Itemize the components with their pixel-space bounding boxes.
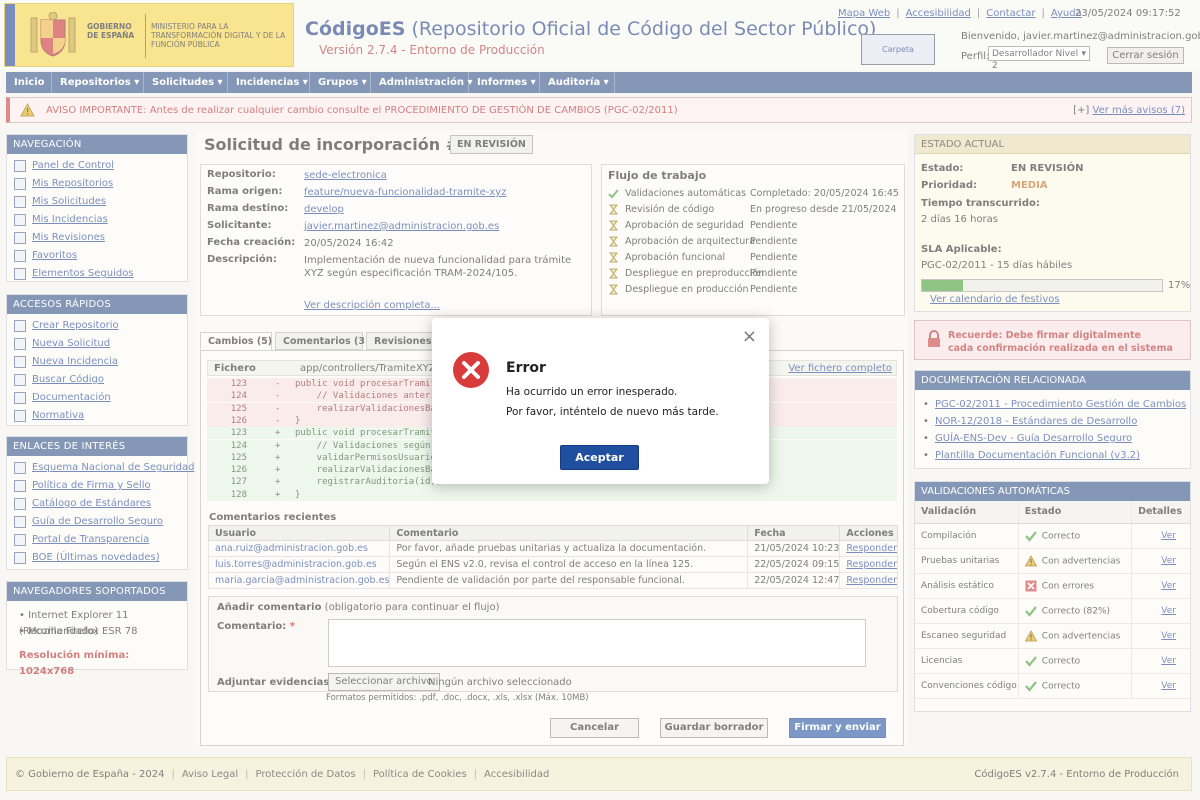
dialog-title: Error	[506, 360, 546, 376]
error-dialog: × Error Ha ocurrido un error inesperado.…	[432, 318, 769, 484]
accept-button[interactable]: Aceptar	[560, 445, 639, 470]
close-icon[interactable]: ×	[742, 328, 757, 346]
dialog-message-1: Ha ocurrido un error inesperado.	[506, 386, 678, 398]
error-icon	[453, 352, 489, 388]
dialog-message-2: Por favor, inténtelo de nuevo más tarde.	[506, 406, 719, 418]
